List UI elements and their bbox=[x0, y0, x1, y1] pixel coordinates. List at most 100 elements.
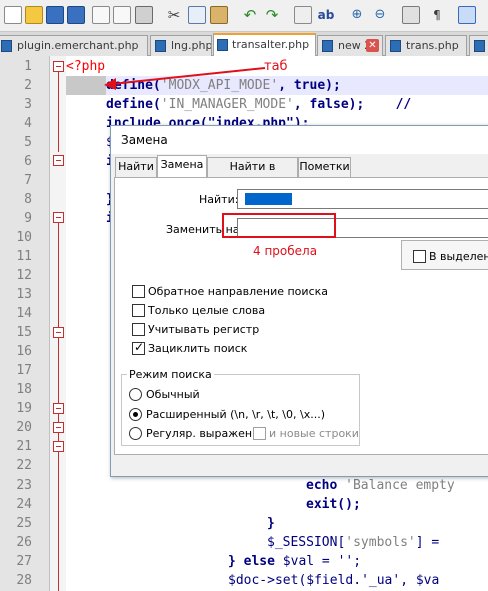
file-icon bbox=[1, 40, 12, 52]
code-line-28[interactable]: } else $val = ''; bbox=[228, 552, 361, 571]
dialog-title: Замена bbox=[111, 126, 488, 154]
print-icon[interactable] bbox=[135, 6, 153, 24]
line-number: 11 bbox=[16, 249, 32, 264]
wrap-around-checkbox[interactable] bbox=[132, 340, 145, 355]
tab-more[interactable] bbox=[469, 35, 488, 56]
fold-icon[interactable] bbox=[53, 212, 64, 223]
fold-icon[interactable] bbox=[53, 155, 64, 166]
fold-icon[interactable] bbox=[53, 327, 64, 338]
whole-word-label: Только целые слова bbox=[148, 304, 266, 317]
tab-lng[interactable]: lng.php bbox=[150, 35, 212, 56]
match-case-checkbox[interactable] bbox=[132, 323, 145, 336]
code-token: $_SESSION[ bbox=[267, 535, 346, 550]
regex-mode-radio[interactable] bbox=[129, 427, 142, 440]
backward-direction-checkbox[interactable] bbox=[132, 285, 145, 298]
code-line-25[interactable]: exit(); bbox=[306, 495, 361, 514]
find-icon[interactable] bbox=[294, 6, 312, 24]
find-selection bbox=[245, 193, 292, 205]
annotation-arrow bbox=[104, 67, 266, 90]
line-number: 26 bbox=[16, 535, 32, 550]
code-line-27[interactable]: $_SESSION['symbols'] = bbox=[267, 533, 439, 552]
backward-direction-label: Обратное направление поиска bbox=[148, 285, 328, 298]
line-number: 6 bbox=[24, 154, 32, 169]
code-line-29[interactable]: $doc->set($field.'_ua', $va bbox=[228, 571, 439, 590]
toolbar: ✂ ↶ ↷ ab ⊕ ⊖ ¶ bbox=[0, 0, 488, 32]
line-number: 4 bbox=[24, 116, 32, 131]
tab-label: transalter.php bbox=[232, 38, 310, 51]
line-number: 5 bbox=[24, 135, 32, 150]
match-case-label: Учитывать регистр bbox=[148, 323, 260, 336]
save-icon[interactable] bbox=[46, 6, 64, 24]
file-icon bbox=[390, 40, 401, 52]
cut-icon[interactable]: ✂ bbox=[165, 6, 183, 24]
zoom-out-icon[interactable]: ⊖ bbox=[371, 6, 389, 24]
tab-find[interactable]: Найти bbox=[115, 157, 157, 177]
tab-plugin-emerchant[interactable]: plugin.emerchant.php bbox=[0, 35, 148, 56]
redo-icon[interactable]: ↷ bbox=[263, 6, 281, 24]
newline-checkbox[interactable] bbox=[253, 427, 266, 440]
open-icon[interactable] bbox=[25, 6, 43, 24]
in-selection-checkbox[interactable] bbox=[413, 250, 426, 263]
find-label: Найти: bbox=[199, 193, 239, 206]
file-icon bbox=[155, 40, 166, 52]
fold-line bbox=[58, 72, 59, 152]
code-token: ] = bbox=[415, 535, 440, 550]
code-token: 'IN_MANAGER_MODE' bbox=[160, 97, 294, 112]
in-selection-label: В выделенн bbox=[429, 250, 488, 263]
line-number: 28 bbox=[16, 573, 32, 588]
tab-find-in-files[interactable]: Найти в файлах bbox=[207, 157, 298, 191]
line-number: 9 bbox=[24, 211, 32, 226]
fold-icon[interactable] bbox=[53, 61, 64, 72]
find-input[interactable] bbox=[237, 189, 488, 209]
zoom-in-icon[interactable]: ⊕ bbox=[348, 6, 366, 24]
replace-field-highlight bbox=[222, 213, 336, 238]
copy-icon[interactable] bbox=[188, 6, 206, 24]
extended-mode-label: Расширенный (\n, \r, \t, \0, \x...) bbox=[146, 408, 325, 421]
annotation-tab-label: таб bbox=[264, 59, 288, 74]
regex-mode-label: Регуляр. выражен. bbox=[146, 427, 256, 440]
wrap-icon[interactable]: ¶ bbox=[428, 6, 446, 24]
code-token: 'symbols' bbox=[345, 535, 416, 550]
close-all-icon[interactable] bbox=[113, 6, 131, 24]
fold-icon[interactable] bbox=[53, 441, 64, 452]
new-file-icon[interactable] bbox=[4, 6, 22, 24]
fold-icon[interactable] bbox=[53, 403, 64, 414]
line-number: 20 bbox=[16, 420, 32, 435]
line-number: 22 bbox=[16, 458, 32, 473]
file-icon bbox=[474, 40, 485, 52]
tab-replace[interactable]: Замена bbox=[157, 155, 207, 178]
replace-icon[interactable]: ab bbox=[317, 6, 335, 24]
save-all-icon[interactable] bbox=[67, 6, 85, 24]
wrap-around-label: Зациклить поиск bbox=[148, 342, 248, 355]
line-number: 2 bbox=[24, 78, 32, 93]
indent-icon[interactable] bbox=[458, 6, 476, 24]
tab-new-2[interactable]: new 2 ✕ bbox=[317, 35, 383, 56]
extended-mode-radio[interactable] bbox=[129, 408, 142, 421]
tab-marks[interactable]: Пометки bbox=[298, 157, 351, 177]
annotation-spaces-label: 4 пробела bbox=[253, 244, 318, 258]
code-line-24[interactable]: echo 'Balance empty bbox=[306, 476, 455, 495]
line-number: 27 bbox=[16, 554, 32, 569]
paste-icon[interactable] bbox=[210, 6, 228, 24]
line-number: 25 bbox=[16, 516, 32, 531]
fold-icon[interactable] bbox=[53, 422, 64, 433]
code-token: 'Balance empty bbox=[345, 478, 455, 493]
replace-dialog: Замена Найти Замена Найти в файлах Помет… bbox=[110, 125, 488, 477]
close-icon[interactable] bbox=[92, 6, 110, 24]
line-number: 21 bbox=[16, 439, 32, 454]
line-number: 8 bbox=[24, 192, 32, 207]
line-number: 10 bbox=[16, 230, 32, 245]
undo-icon[interactable]: ↶ bbox=[241, 6, 259, 24]
tab-trans[interactable]: trans.php bbox=[385, 35, 467, 56]
close-tab-icon[interactable]: ✕ bbox=[366, 39, 379, 52]
code-line-26[interactable]: } bbox=[267, 514, 275, 533]
normal-mode-radio[interactable] bbox=[129, 388, 142, 401]
tab-transalter[interactable]: transalter.php bbox=[213, 33, 316, 56]
line-number: 14 bbox=[16, 306, 32, 321]
whole-word-checkbox[interactable] bbox=[132, 304, 145, 317]
line-number: 17 bbox=[16, 363, 32, 378]
sync-icon[interactable] bbox=[402, 6, 420, 24]
line-number: 24 bbox=[16, 497, 32, 512]
normal-mode-label: Обычный bbox=[146, 388, 200, 401]
code-line-3[interactable]: define('IN_MANAGER_MODE', false); // bbox=[106, 95, 411, 114]
